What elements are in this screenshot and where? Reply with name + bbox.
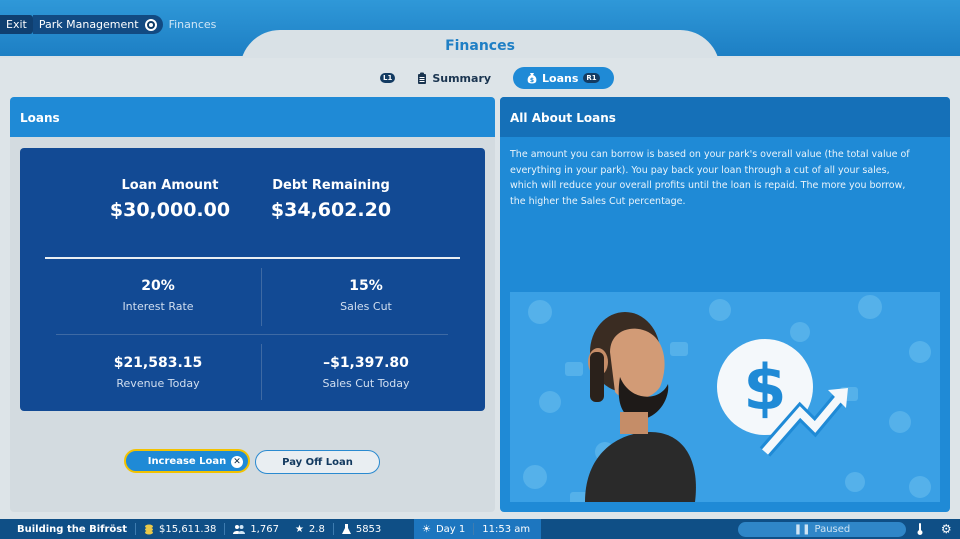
loan-amount-label: Loan Amount [121,178,219,193]
tab-bar: L1 Summary $ Loans R1 [380,67,614,89]
loan-amount-value: $30,000.00 [109,199,231,221]
left-bumper-icon: L1 [380,73,396,83]
revenue-today-stat: $21,583.15 Revenue Today [68,355,248,390]
debt-remaining-label: Debt Remaining [272,178,390,193]
sales-cut-today-label: Sales Cut Today [322,377,410,390]
rating-value: 2.8 [308,523,325,535]
money-indicator[interactable]: $15,611.38 [136,519,224,539]
flask-icon [341,523,351,534]
loan-amount-block: Loan Amount $30,000.00 [90,178,250,221]
revenue-today-value: $21,583.15 [113,355,203,371]
loans-panel-title: Loans [10,97,495,137]
interest-rate-label: Interest Rate [122,300,194,313]
money-bag-icon: $ [527,73,537,84]
sales-cut-today-stat: –$1,397.80 Sales Cut Today [276,355,456,390]
cross-button-icon: ✕ [231,456,243,468]
tab-loans[interactable]: $ Loans R1 [513,67,614,89]
debt-remaining-block: Debt Remaining $34,602.20 [251,178,411,221]
advisor-character-image: $ [523,295,931,502]
guests-value: 1,767 [250,523,279,535]
sales-cut-label: Sales Cut [340,300,392,313]
pause-icon: ❚❚ [793,524,811,535]
pause-state: Paused [814,524,851,535]
about-loans-title: All About Loans [500,97,950,137]
vertical-divider [261,268,262,326]
rating-indicator[interactable]: ★ 2.8 [287,519,333,539]
research-indicator[interactable]: 5853 [334,519,389,539]
interest-rate-value: 20% [141,278,175,294]
circle-button-icon [144,18,157,31]
pay-off-loan-label: Pay Off Loan [282,456,353,468]
exit-button[interactable]: Exit [0,15,33,34]
tab-summary[interactable]: Summary [403,67,505,89]
quick-settings: ⚙ [908,519,960,539]
revenue-today-label: Revenue Today [116,377,200,390]
day-value: Day 1 [435,523,466,535]
svg-text:$: $ [530,77,534,84]
money-value: $15,611.38 [159,523,217,535]
tab-loans-label: Loans [542,71,579,85]
research-value: 5853 [355,523,382,535]
sun-icon: ☀ [422,523,431,535]
vertical-divider [261,344,262,400]
date-time-display: ☀ Day 1 11:53 am [414,519,541,539]
svg-text:$: $ [743,351,786,424]
day-indicator: ☀ Day 1 [414,519,473,539]
gear-icon[interactable]: ⚙ [941,522,952,536]
about-loans-description: The amount you can borrow is based on yo… [510,149,910,207]
park-management-button[interactable]: Park Management [32,15,163,34]
row-divider [56,334,448,335]
guests-icon [233,525,246,534]
card-divider [45,257,460,259]
about-loans-panel: All About Loans The amount you can borro… [500,97,950,512]
increase-loan-label: Increase Loan [147,455,227,467]
thermometer-icon[interactable] [916,523,924,535]
tab-summary-label: Summary [432,71,492,85]
advisor-illustration: $ [510,292,940,502]
pause-toggle[interactable]: ❚❚ Paused [738,522,906,537]
right-bumper-icon: R1 [583,73,600,83]
breadcrumb-finances: Finances [168,18,217,31]
star-icon: ★ [294,523,304,535]
loan-summary-card: Loan Amount $30,000.00 Debt Remaining $3… [20,148,485,411]
sales-cut-value: 15% [349,278,383,294]
sales-cut-today-value: –$1,397.80 [323,355,409,371]
pay-off-loan-button[interactable]: Pay Off Loan [255,450,380,474]
debt-remaining-value: $34,602.20 [270,199,392,221]
coins-icon [145,524,154,534]
park-name: Building the Bifröst [17,523,128,535]
breadcrumb: Exit Park Management Finances [0,15,216,34]
page-title: Finances [445,38,515,54]
clipboard-icon [418,72,427,84]
sales-cut-stat: 15% Sales Cut [276,278,456,313]
increase-loan-button[interactable]: Increase Loan ✕ [124,449,250,473]
interest-rate-stat: 20% Interest Rate [68,278,248,313]
guests-indicator[interactable]: 1,767 [225,519,287,539]
park-management-label: Park Management [38,18,139,31]
loans-panel: Loans Loan Amount $30,000.00 Debt Remain… [10,97,495,512]
time-value: 11:53 am [482,523,531,535]
